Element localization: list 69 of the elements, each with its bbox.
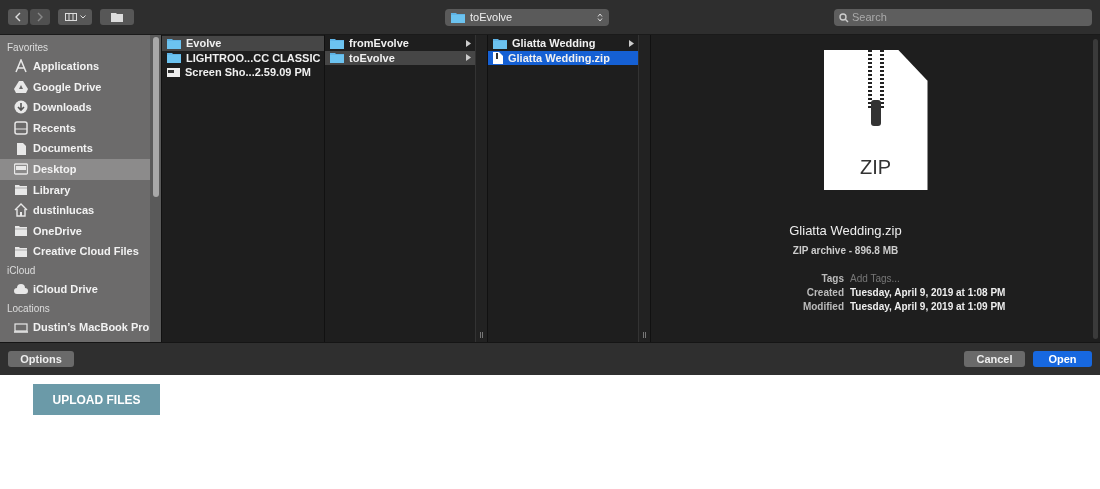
caret-icon	[79, 15, 86, 19]
disclosure-arrow-icon	[629, 39, 634, 47]
file-info: ZIP archive - 896.8 MB	[792, 243, 900, 258]
download-icon	[14, 100, 28, 115]
folder-icon	[330, 52, 344, 64]
sidebar-item[interactable]: Downloads	[0, 97, 150, 118]
field-value: Tuesday, April 9, 2019 at 1:09 PM	[850, 299, 1006, 314]
options-button[interactable]: Options	[8, 351, 74, 367]
sidebar-item[interactable]: Library	[0, 179, 150, 201]
folder-icon	[14, 224, 28, 239]
zip-label: ZIP	[859, 155, 892, 180]
desktop-icon	[14, 162, 28, 177]
sidebar-item[interactable]: OneDrive	[0, 220, 150, 242]
column-resize-handle[interactable]	[475, 35, 487, 342]
sidebar-item[interactable]: Desktop	[0, 158, 150, 180]
file-row[interactable]: Gliatta Wedding.zip	[488, 50, 638, 65]
chevron-left-icon	[15, 12, 21, 22]
sidebar-item[interactable]: Dustin’s MacBook Pro	[0, 316, 150, 338]
chevron-right-icon	[37, 12, 43, 22]
new-folder-button[interactable]	[100, 9, 134, 25]
folder-icon	[451, 11, 465, 23]
grip-icon	[643, 332, 646, 338]
sidebar-heading: iCloud	[6, 263, 37, 278]
house-icon	[14, 203, 28, 218]
folder-icon	[167, 52, 181, 64]
grip-icon	[480, 332, 483, 338]
sidebar-item[interactable]: dustinlucas	[0, 200, 150, 221]
triangle-drive-icon	[14, 79, 28, 94]
view-mode-button[interactable]	[58, 9, 92, 25]
column-resize-handle[interactable]	[638, 35, 650, 342]
search-field[interactable]: Search	[834, 8, 1092, 26]
sidebar-item[interactable]: Recents	[0, 117, 150, 139]
compass-a-icon	[14, 59, 28, 74]
sidebar-heading: Favorites	[6, 41, 50, 55]
field-label: Modified	[801, 299, 844, 314]
field-value: Tuesday, April 9, 2019 at 1:08 PM	[850, 285, 1006, 300]
columns-icon	[64, 13, 77, 21]
back-button[interactable]	[8, 9, 28, 25]
file-name: Gliatta Wedding.zip	[789, 222, 903, 240]
location-dropdown[interactable]: toEvolve	[445, 8, 609, 26]
folder-icon	[493, 37, 507, 49]
file-row[interactable]: Screen Sho...2.59.09 PM	[162, 65, 335, 80]
sidebar-item[interactable]: iCloud Drive	[0, 278, 150, 300]
open-button[interactable]: Open	[1033, 351, 1092, 367]
file-row[interactable]: Gliatta Wedding	[488, 36, 638, 51]
sidebar-item[interactable]: Documents	[0, 138, 150, 159]
folder-icon	[167, 37, 181, 49]
sidebar-item[interactable]: Creative Cloud Files	[0, 241, 150, 262]
sidebar-item[interactable]: Google Drive	[0, 76, 150, 98]
forward-button[interactable]	[30, 9, 50, 25]
image-file-icon	[167, 67, 180, 77]
tags-field[interactable]: Add Tags...	[850, 270, 970, 286]
folder-icon	[14, 182, 28, 197]
folder-icon	[14, 244, 28, 259]
sidebar-heading: Locations	[6, 301, 51, 316]
field-label: Tags	[820, 271, 844, 286]
field-label: Created	[805, 285, 844, 300]
search-icon	[839, 12, 849, 23]
cancel-button[interactable]: Cancel	[964, 351, 1025, 367]
file-row[interactable]: toEvolve	[325, 50, 475, 65]
upload-files-button[interactable]: UPLOAD FILES	[33, 384, 160, 415]
tray-icon	[14, 121, 28, 136]
folder-icon	[330, 37, 344, 49]
up-down-arrows-icon	[597, 12, 603, 22]
documents-icon	[14, 141, 28, 156]
document-icon	[493, 51, 503, 64]
cloud-icon	[14, 282, 28, 297]
folder-icon	[111, 12, 123, 22]
sidebar-item[interactable]: Applications	[0, 56, 150, 77]
